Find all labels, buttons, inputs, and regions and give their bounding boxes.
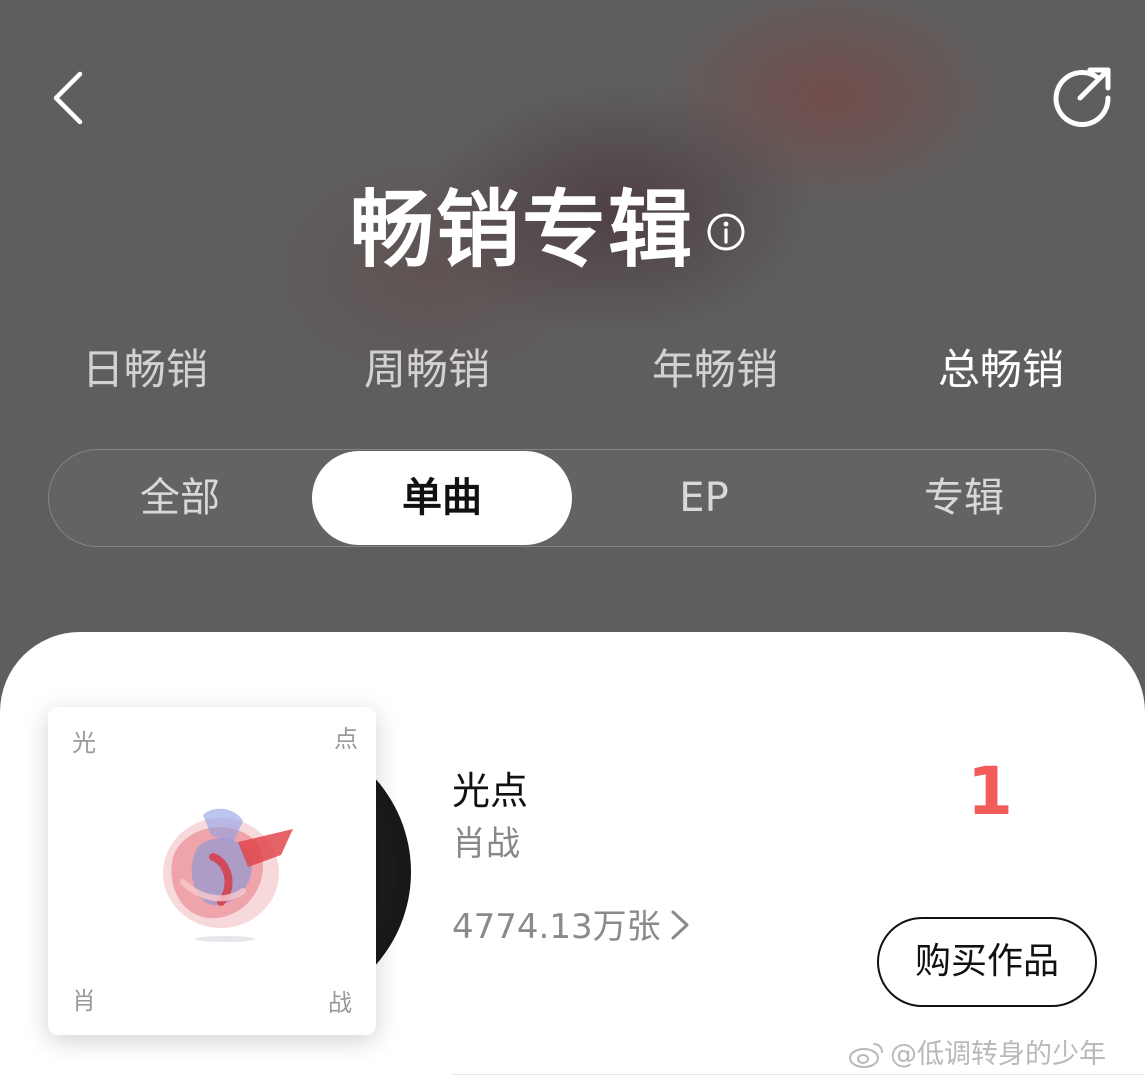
- segment-ep[interactable]: EP: [574, 451, 834, 545]
- sales-count: 4774.13万张: [452, 907, 661, 947]
- cover-text-bottom-right: 战: [328, 989, 352, 1017]
- weibo-logo-icon: [849, 1043, 883, 1068]
- sales-count-link[interactable]: 4774.13万张: [452, 902, 691, 952]
- watermark-text: @低调转身的少年: [890, 1039, 1106, 1070]
- share-icon: [1053, 67, 1111, 127]
- watermark: @低调转身的少年: [848, 1036, 1106, 1074]
- heart-artwork-icon: [163, 808, 293, 942]
- share-button[interactable]: [1050, 64, 1114, 128]
- info-icon: [707, 213, 745, 251]
- info-button[interactable]: [706, 212, 746, 252]
- rank-number: 1: [967, 753, 1013, 830]
- artist-name[interactable]: 肖战: [452, 820, 520, 868]
- tab-daily[interactable]: 日畅销: [82, 340, 208, 400]
- tab-weekly[interactable]: 周畅销: [364, 340, 490, 400]
- song-title[interactable]: 光点: [452, 766, 528, 816]
- chevron-right-icon: [671, 910, 689, 940]
- buy-button[interactable]: 购买作品: [877, 917, 1097, 1007]
- segment-album[interactable]: 专辑: [834, 451, 1094, 545]
- chevron-left-icon: [53, 71, 83, 125]
- cover-text-top-left: 光: [72, 729, 96, 757]
- cover-text-top-right: 点: [334, 725, 358, 753]
- divider: [452, 1074, 1145, 1075]
- album-cover[interactable]: 光 点 肖 战: [48, 707, 376, 1035]
- tab-yearly[interactable]: 年畅销: [652, 340, 778, 400]
- back-button[interactable]: [50, 70, 90, 126]
- tab-all-time[interactable]: 总畅销: [938, 340, 1064, 400]
- page-title: 畅销专辑: [350, 181, 695, 279]
- segment-all[interactable]: 全部: [50, 451, 310, 545]
- segment-single[interactable]: 单曲: [312, 451, 572, 545]
- cover-text-bottom-left: 肖: [72, 987, 96, 1015]
